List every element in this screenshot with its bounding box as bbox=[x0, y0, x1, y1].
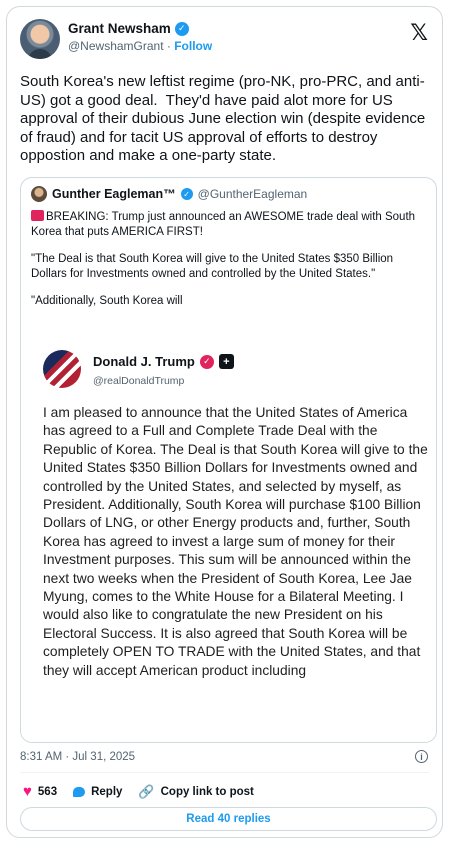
quoted-author-name: Gunther Eagleman™ bbox=[52, 187, 176, 201]
tweet-header: Grant Newsham ✓ @NewshamGrant · Follow 𝕏 bbox=[20, 19, 432, 63]
siren-icon bbox=[31, 210, 44, 221]
follow-button[interactable]: Follow bbox=[174, 39, 212, 53]
quoted-author-avatar bbox=[31, 186, 47, 202]
author-avatar[interactable] bbox=[20, 19, 60, 59]
embedded-author-name-row: Donald J. Trump ✓ + bbox=[93, 354, 234, 369]
truth-verified-icon: ✓ bbox=[199, 354, 214, 369]
copy-link-label: Copy link to post bbox=[160, 785, 254, 798]
verified-badge-icon: ✓ bbox=[174, 21, 189, 36]
author-name-row: Grant Newsham ✓ bbox=[68, 21, 212, 36]
embedded-author-name: Donald J. Trump bbox=[93, 354, 195, 369]
post-timestamp[interactable]: 8:31 AM · Jul 31, 2025 bbox=[20, 751, 135, 763]
embedded-screenshot[interactable]: Donald J. Trump ✓ + @realDonaldTrump I a… bbox=[21, 338, 436, 742]
like-count: 563 bbox=[37, 785, 58, 798]
quoted-post-header: Gunther Eagleman™ ✓ @GuntherEagleman bbox=[31, 186, 307, 202]
tweet-card: Grant Newsham ✓ @NewshamGrant · Follow 𝕏… bbox=[6, 6, 443, 838]
quoted-paragraph-text: BREAKING: Trump just announced an AWESOM… bbox=[31, 211, 416, 238]
author-name[interactable]: Grant Newsham bbox=[68, 21, 171, 36]
info-icon[interactable]: i bbox=[415, 750, 428, 763]
tweet-text: South Korea's new leftist regime (pro-NK… bbox=[20, 73, 430, 164]
quoted-paragraph: "The Deal is that South Korea will give … bbox=[31, 253, 394, 280]
x-logo-icon[interactable]: 𝕏 bbox=[410, 21, 428, 46]
author-handle-row: @NewshamGrant · Follow bbox=[68, 39, 212, 53]
plus-icon: + bbox=[218, 354, 234, 369]
author-block: Grant Newsham ✓ @NewshamGrant · Follow bbox=[68, 21, 212, 53]
divider bbox=[20, 772, 429, 773]
like-button[interactable]: ♥ 563 bbox=[23, 783, 57, 800]
reply-label: Reply bbox=[91, 785, 123, 798]
reply-button[interactable]: Reply bbox=[73, 786, 122, 798]
quoted-post-text: BREAKING: Trump just announced an AWESOM… bbox=[31, 210, 426, 321]
heart-icon: ♥ bbox=[23, 783, 32, 800]
embedded-author-handle: @realDonaldTrump bbox=[93, 375, 185, 387]
link-icon: 🔗 bbox=[138, 783, 155, 799]
quoted-author-handle: @GuntherEagleman bbox=[197, 187, 308, 201]
reply-icon bbox=[73, 786, 86, 797]
copy-link-button[interactable]: 🔗 Copy link to post bbox=[138, 784, 253, 800]
handle-separator: · bbox=[163, 39, 175, 53]
embedded-post-body: I am pleased to announce that the United… bbox=[43, 405, 428, 678]
quoted-post[interactable]: Gunther Eagleman™ ✓ @GuntherEagleman BRE… bbox=[20, 177, 437, 743]
embedded-author-avatar bbox=[43, 350, 81, 388]
quoted-paragraph: "Additionally, South Korea will bbox=[31, 295, 183, 307]
read-replies-button[interactable]: Read 40 replies bbox=[20, 807, 437, 831]
author-handle[interactable]: @NewshamGrant bbox=[68, 39, 164, 53]
quoted-paragraph: BREAKING: Trump just announced an AWESOM… bbox=[31, 210, 426, 240]
action-bar: ♥ 563 Reply 🔗 Copy link to post bbox=[23, 783, 270, 800]
verified-badge-icon: ✓ bbox=[180, 188, 193, 200]
